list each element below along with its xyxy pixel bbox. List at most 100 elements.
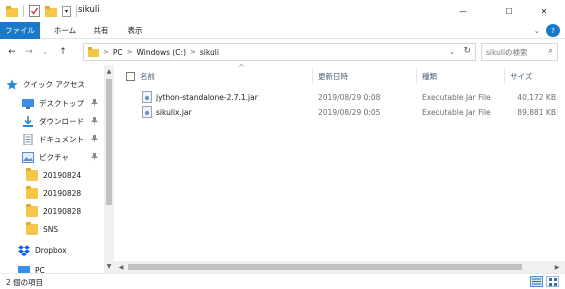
nav-item-label: 20190824 <box>43 170 82 180</box>
up-button[interactable]: ↑ <box>56 45 70 59</box>
folder-icon <box>26 167 38 181</box>
large-icons-view-button[interactable] <box>546 276 559 287</box>
new-folder-icon[interactable] <box>45 5 57 17</box>
nav-item-label: ダウンロード <box>39 116 84 126</box>
column-divider[interactable] <box>416 69 417 83</box>
nav-item-label: 20190828 <box>43 206 82 216</box>
address-bar[interactable]: > PC > Windows (C:) > sikuli ⌄ ↻ <box>83 43 476 61</box>
nav-item-documents[interactable]: ドキュメント <box>22 130 104 148</box>
column-header-name[interactable]: 名前 ^ <box>140 63 310 85</box>
column-header-modified[interactable]: 更新日時 <box>318 67 414 85</box>
scroll-down-icon[interactable]: ▼ <box>104 261 114 271</box>
nav-item-folder-20190828[interactable]: 20190828 <box>26 184 104 202</box>
nav-item-label: PC <box>35 265 45 274</box>
back-button[interactable]: ← <box>5 45 19 59</box>
navigation-pane: クイック アクセス デスクトップ ダウンロード ドキュメント ピクチャ 2019… <box>0 65 114 273</box>
nav-item-pc[interactable]: PC <box>18 261 104 273</box>
file-list: 名前 ^ 更新日時 種類 サイズ jython-standalone-2.7.1… <box>114 63 565 261</box>
jar-file-icon <box>142 106 152 118</box>
large-icons-view-icon <box>548 277 557 286</box>
sort-ascending-icon: ^ <box>238 63 245 72</box>
breadcrumb-separator: > <box>103 48 109 56</box>
nav-item-label: 20190828 <box>43 188 82 198</box>
search-box[interactable]: sikuliの検索 ⌕ <box>481 43 558 61</box>
address-row: ← → ⌄ ↑ > PC > Windows (C:) > sikuli ⌄ ↻… <box>0 39 565 65</box>
toolbar-divider <box>23 5 24 17</box>
nav-item-label: SNS <box>43 224 59 234</box>
file-name: jython-standalone-2.7.1.jar <box>156 93 258 102</box>
scroll-thumb[interactable] <box>106 79 112 205</box>
file-name: sikulix.jar <box>156 108 192 117</box>
nav-quick-access-label: クイック アクセス <box>23 79 86 89</box>
quick-access-toolbar: ▾ <box>6 4 77 18</box>
close-button[interactable]: ✕ <box>527 0 561 22</box>
recent-locations-dropdown[interactable]: ⌄ <box>38 45 52 59</box>
jar-file-icon <box>142 91 152 103</box>
folder-icon <box>26 185 38 199</box>
nav-item-downloads[interactable]: ダウンロード <box>22 112 104 130</box>
ribbon-expand-button[interactable]: ⌄ <box>530 22 544 39</box>
scroll-up-icon[interactable]: ▲ <box>104 66 114 76</box>
nav-item-label: デスクトップ <box>39 98 84 108</box>
column-divider[interactable] <box>504 69 505 83</box>
status-bar: 2 個の項目 <box>0 273 565 289</box>
horizontal-scrollbar[interactable]: ◀ ▶ <box>114 261 565 273</box>
column-header-label: サイズ <box>510 71 533 81</box>
refresh-icon[interactable]: ↻ <box>463 46 471 56</box>
nav-item-label: ピクチャ <box>39 152 69 162</box>
properties-icon[interactable] <box>29 5 40 17</box>
column-header-type[interactable]: 種類 <box>422 67 506 85</box>
minimize-button[interactable]: — <box>446 0 480 22</box>
table-row[interactable]: sikulix.jar 2019/08/29 0:05 Executable J… <box>140 105 560 120</box>
nav-item-dropbox[interactable]: Dropbox <box>18 241 104 259</box>
scroll-left-icon[interactable]: ◀ <box>116 262 126 272</box>
nav-item-desktop[interactable]: デスクトップ <box>22 94 104 112</box>
forward-button[interactable]: → <box>22 45 36 59</box>
tab-file[interactable]: ファイル <box>0 22 40 39</box>
file-modified: 2019/08/29 0:05 <box>318 108 381 117</box>
item-count: 2 個の項目 <box>6 278 44 287</box>
folder-icon <box>88 47 99 57</box>
minimize-icon: — <box>459 6 467 16</box>
column-divider[interactable] <box>312 69 313 83</box>
tab-view[interactable]: 表示 <box>120 22 150 39</box>
table-row[interactable]: jython-standalone-2.7.1.jar 2019/08/29 0… <box>140 90 560 105</box>
qat-customize-dropdown[interactable]: ▾ <box>62 5 71 17</box>
help-button[interactable]: ? <box>546 24 560 37</box>
breadcrumb-separator[interactable]: > <box>190 48 196 56</box>
breadcrumb-pc[interactable]: PC <box>113 48 123 57</box>
tab-home[interactable]: ホーム <box>48 22 82 39</box>
search-placeholder: sikuliの検索 <box>486 47 528 57</box>
star-icon <box>6 79 18 89</box>
scroll-right-icon[interactable]: ▶ <box>552 262 562 272</box>
details-view-button[interactable] <box>530 276 543 287</box>
maximize-button[interactable]: ☐ <box>492 0 526 22</box>
breadcrumb-folder[interactable]: sikuli <box>200 48 219 57</box>
column-header-label: 更新日時 <box>318 71 348 81</box>
nav-item-folder-20190828-2[interactable]: 20190828 <box>26 202 104 220</box>
breadcrumb-separator[interactable]: > <box>127 48 133 56</box>
nav-item-folder-20190824[interactable]: 20190824 <box>26 166 104 184</box>
folder-icon <box>26 203 38 217</box>
nav-item-pictures[interactable]: ピクチャ <box>22 148 104 166</box>
tab-share[interactable]: 共有 <box>86 22 116 39</box>
scroll-thumb[interactable] <box>128 264 522 270</box>
nav-item-folder-sns[interactable]: SNS <box>26 220 104 238</box>
select-all-checkbox[interactable] <box>126 72 135 81</box>
nav-pane-scrollbar[interactable]: ▲ ▼ <box>104 65 114 273</box>
pin-icon <box>91 135 98 145</box>
column-header-size[interactable]: サイズ <box>510 67 560 85</box>
document-icon <box>23 133 33 145</box>
address-history-dropdown[interactable]: ⌄ <box>449 48 455 56</box>
column-header-label: 名前 <box>140 71 155 81</box>
desktop-icon <box>22 98 34 109</box>
file-type: Executable Jar File <box>422 93 491 102</box>
breadcrumb-drive[interactable]: Windows (C:) <box>137 48 186 57</box>
close-icon: ✕ <box>540 6 548 16</box>
window-title: sikuli <box>78 5 100 15</box>
picture-icon <box>22 151 34 163</box>
column-header-label: 種類 <box>422 71 437 81</box>
ribbon-tabs: ファイル ホーム 共有 表示 ⌄ ? <box>0 22 565 39</box>
nav-quick-access[interactable]: クイック アクセス <box>6 75 110 93</box>
file-type: Executable Jar File <box>422 108 491 117</box>
